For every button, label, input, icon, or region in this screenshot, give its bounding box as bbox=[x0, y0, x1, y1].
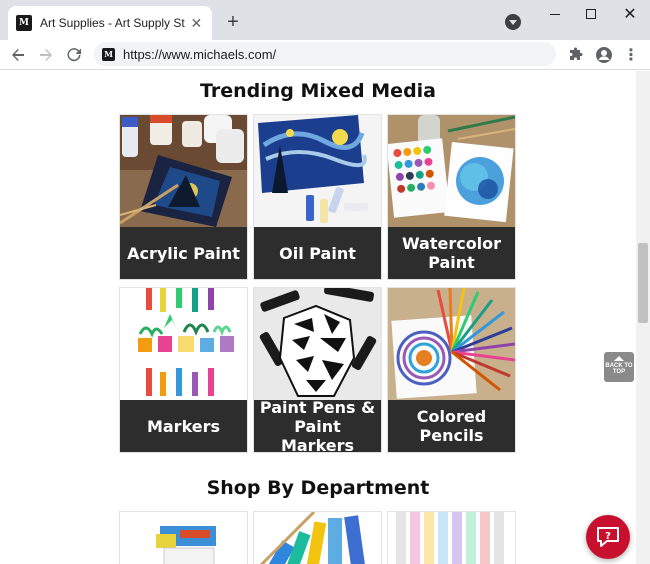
department-card-2[interactable] bbox=[253, 511, 382, 564]
department-card-1[interactable] bbox=[119, 511, 248, 564]
svg-text:?: ? bbox=[605, 531, 611, 542]
watercolor-paint-image bbox=[388, 115, 515, 227]
card-label: Watercolor Paint bbox=[388, 227, 515, 279]
card-markers[interactable]: Markers bbox=[119, 287, 248, 453]
address-bar[interactable]: M https://www.michaels.com/ bbox=[94, 42, 556, 66]
tab-bar: M Art Supplies - Art Supply Store | M ✕ … bbox=[0, 0, 650, 40]
reload-icon[interactable] bbox=[62, 43, 86, 67]
card-label: Acrylic Paint bbox=[120, 227, 247, 279]
account-icon[interactable] bbox=[592, 43, 616, 67]
card-oil-paint[interactable]: Oil Paint bbox=[253, 114, 382, 280]
tab-search-icon[interactable] bbox=[505, 14, 521, 30]
card-label: Paint Pens & Paint Markers bbox=[254, 398, 381, 452]
section-title-department: Shop By Department bbox=[206, 477, 430, 499]
maximize-button[interactable] bbox=[576, 4, 606, 24]
page-content: Trending Mixed Media Acrylic Paint Oil P… bbox=[0, 71, 636, 564]
minimize-button[interactable] bbox=[540, 4, 570, 24]
forward-icon[interactable] bbox=[34, 43, 58, 67]
chevron-up-icon bbox=[614, 356, 624, 361]
menu-icon[interactable]: ⋮ bbox=[619, 43, 643, 67]
card-watercolor-paint[interactable]: Watercolor Paint bbox=[387, 114, 516, 280]
department-card-3[interactable] bbox=[387, 511, 516, 564]
scrollbar[interactable] bbox=[636, 71, 650, 564]
browser-toolbar: M https://www.michaels.com/ ⋮ bbox=[0, 40, 650, 70]
scrollbar-thumb[interactable] bbox=[638, 243, 648, 323]
acrylic-paint-image bbox=[120, 115, 247, 227]
back-to-top-label: BACK TO TOP bbox=[605, 363, 633, 375]
card-label: Colored Pencils bbox=[388, 400, 515, 452]
site-favicon: M bbox=[16, 15, 32, 31]
oil-paint-image bbox=[254, 115, 381, 227]
chat-help-button[interactable]: ? bbox=[586, 515, 630, 559]
card-colored-pencils[interactable]: Colored Pencils bbox=[387, 287, 516, 453]
section-title-trending: Trending Mixed Media bbox=[199, 80, 436, 102]
close-icon[interactable]: ✕ bbox=[189, 15, 204, 31]
card-label: Oil Paint bbox=[254, 227, 381, 279]
close-window-button[interactable]: ✕ bbox=[615, 4, 645, 24]
markers-image bbox=[120, 288, 247, 400]
puzzle-icon[interactable] bbox=[564, 43, 588, 67]
browser-tab[interactable]: M Art Supplies - Art Supply Store | M ✕ bbox=[8, 6, 212, 40]
tab-title: Art Supplies - Art Supply Store | M bbox=[40, 16, 185, 30]
chat-icon: ? bbox=[597, 527, 619, 547]
url-text: https://www.michaels.com/ bbox=[123, 46, 277, 62]
paint-pens-image bbox=[254, 288, 381, 400]
back-icon[interactable] bbox=[6, 43, 30, 67]
site-favicon: M bbox=[102, 47, 115, 61]
plus-icon[interactable]: + bbox=[222, 11, 244, 33]
back-to-top-button[interactable]: BACK TO TOP bbox=[604, 352, 634, 382]
card-paint-pens[interactable]: Paint Pens & Paint Markers bbox=[253, 287, 382, 453]
colored-pencils-image bbox=[388, 288, 515, 400]
card-label: Markers bbox=[120, 400, 247, 452]
card-acrylic-paint[interactable]: Acrylic Paint bbox=[119, 114, 248, 280]
